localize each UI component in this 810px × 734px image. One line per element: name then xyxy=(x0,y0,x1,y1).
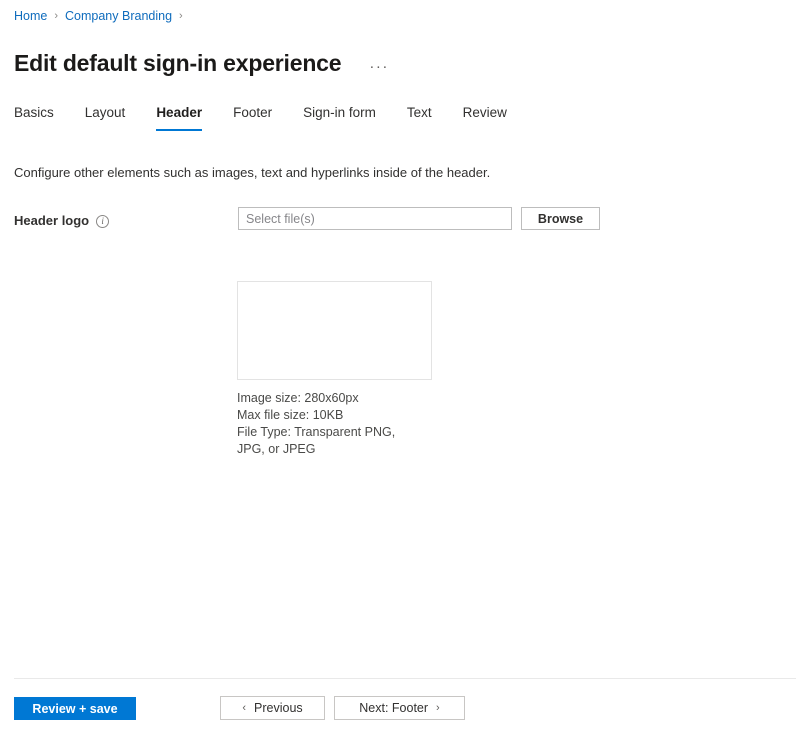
header-logo-preview xyxy=(237,281,432,380)
requirement-file-type-cont: JPG, or JPEG xyxy=(237,441,412,458)
requirement-file-type: File Type: Transparent PNG, xyxy=(237,424,412,441)
breadcrumb-item-company-branding[interactable]: Company Branding xyxy=(65,8,172,24)
previous-button-label: Previous xyxy=(254,701,303,715)
chevron-right-icon: › xyxy=(436,703,440,714)
more-actions-icon[interactable]: ··· xyxy=(365,59,393,75)
title-row: Edit default sign-in experience ··· xyxy=(14,33,393,94)
tab-header[interactable]: Header xyxy=(156,104,202,131)
requirement-max-file-size: Max file size: 10KB xyxy=(237,407,412,424)
header-logo-requirements: Image size: 280x60px Max file size: 10KB… xyxy=(237,390,412,458)
chevron-right-icon: › xyxy=(179,8,183,24)
chevron-left-icon: ‹ xyxy=(242,703,246,714)
previous-button[interactable]: ‹ Previous xyxy=(220,696,325,720)
header-logo-label: Header logo i xyxy=(14,212,109,230)
info-icon[interactable]: i xyxy=(96,215,109,228)
header-logo-label-text: Header logo xyxy=(14,212,89,230)
footer-divider xyxy=(14,678,796,679)
tab-bar: Basics Layout Header Footer Sign-in form… xyxy=(14,104,507,131)
tab-review[interactable]: Review xyxy=(463,104,507,131)
next-button-label: Next: Footer xyxy=(359,701,428,715)
breadcrumb-item-home[interactable]: Home xyxy=(14,8,47,24)
chevron-right-icon: › xyxy=(54,8,58,24)
section-description: Configure other elements such as images,… xyxy=(14,164,490,182)
tab-text[interactable]: Text xyxy=(407,104,432,131)
tab-footer[interactable]: Footer xyxy=(233,104,272,131)
requirement-image-size: Image size: 280x60px xyxy=(237,390,412,407)
next-footer-button[interactable]: Next: Footer › xyxy=(334,696,465,720)
browse-button[interactable]: Browse xyxy=(521,207,600,230)
header-logo-file-input[interactable] xyxy=(238,207,512,230)
tab-layout[interactable]: Layout xyxy=(85,104,126,131)
page-title: Edit default sign-in experience xyxy=(14,48,341,78)
tab-sign-in-form[interactable]: Sign-in form xyxy=(303,104,376,131)
tab-basics[interactable]: Basics xyxy=(14,104,54,131)
breadcrumb: Home › Company Branding › xyxy=(14,8,190,24)
review-save-button[interactable]: Review + save xyxy=(14,697,136,720)
